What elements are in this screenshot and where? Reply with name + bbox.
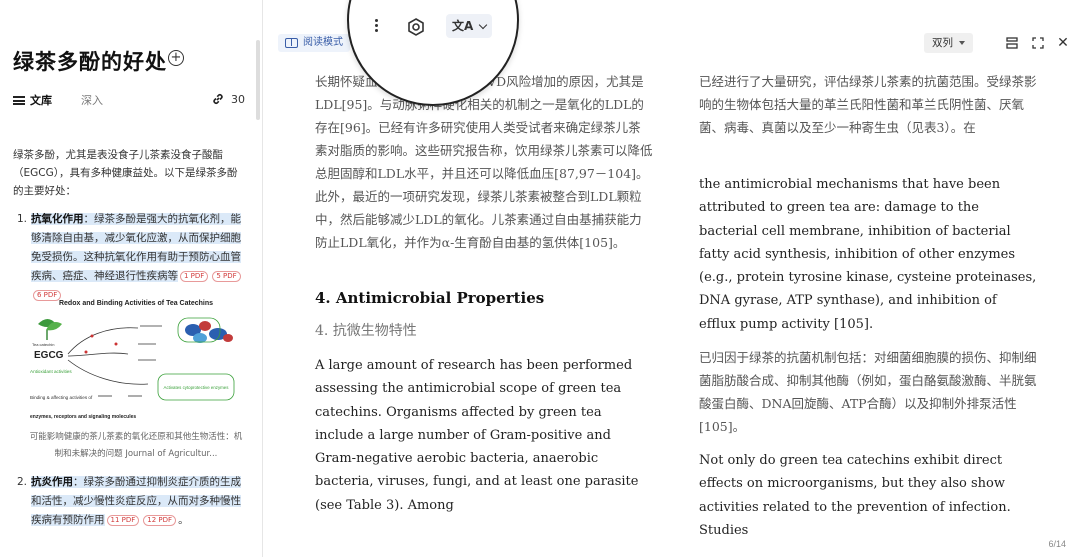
sidebar-tabs: 文库 深入 30 xyxy=(13,92,245,110)
settings-hex-icon[interactable] xyxy=(406,17,426,37)
figure-caption[interactable]: 可能影响健康的茶儿茶素的氧化还原和其他生物活性：机制和未解决的问题 Journa… xyxy=(28,429,244,463)
figure-label-egcg: EGCG xyxy=(34,350,64,361)
list-item-body: 抗氧化作用：绿茶多酚是强大的抗氧化剂，能够清除自由基，减少氧化应激，从而保护细胞… xyxy=(31,210,245,305)
link-icon xyxy=(213,94,223,104)
add-icon[interactable]: + xyxy=(168,50,184,66)
benefit-list: 1. 抗氧化作用：绿茶多酚是强大的抗氧化剂，能够清除自由基，减少氧化应激，从而保… xyxy=(13,210,245,305)
figure-label-antioxidant: Antioxidant activities xyxy=(30,369,72,374)
item-tail: 。 xyxy=(178,514,189,526)
pdf-ref-badge[interactable]: 1 PDF xyxy=(180,270,209,282)
sources-link-count[interactable]: 30 xyxy=(211,92,245,106)
catechin-figure[interactable]: Redox and Binding Activities of Tea Cate… xyxy=(28,296,244,424)
list-lines-icon xyxy=(13,95,25,105)
chevron-down-icon xyxy=(478,20,488,30)
summary-title: 绿茶多酚的好处 xyxy=(13,50,167,74)
figure-label-binding: Binding & affecting activities of xyxy=(30,395,93,400)
section-heading-zh: 4. 抗微生物特性 xyxy=(315,323,417,339)
highlighted-text[interactable]: 抗氧化作用：绿茶多酚是强大的抗氧化剂，能够清除自由基，减少氧化应激，从而保护细胞… xyxy=(31,213,241,282)
chevron-down-icon xyxy=(959,41,965,45)
figure-label-enzymes: enzymes, receptors and signaling molecul… xyxy=(30,414,136,420)
translate-icon: 文A xyxy=(452,19,474,33)
fullscreen-icon[interactable] xyxy=(1031,36,1045,50)
translate-button[interactable]: 文A xyxy=(446,14,492,38)
item-title: 抗炎作用 xyxy=(31,476,73,488)
pdf-ref-badge[interactable]: 11 PDF xyxy=(106,514,140,526)
section-heading: 4. Antimicrobial Properties xyxy=(315,289,545,307)
pdf-ref-badge[interactable]: 12 PDF xyxy=(143,514,177,526)
list-item: 2. 抗炎作用：绿茶多酚通过抑制炎症介质的生成和活性，减少慢性炎症反应，从而对多… xyxy=(13,473,245,530)
protein-icon xyxy=(177,317,233,343)
list-item: 1. 抗氧化作用：绿茶多酚是强大的抗氧化剂，能够清除自由基，减少氧化应激，从而保… xyxy=(13,210,245,305)
figure-label-tea-catechin: Tea catechin xyxy=(32,342,54,347)
figure-title: Redox and Binding Activities of Tea Cate… xyxy=(59,300,213,307)
doc-paragraph-en: Not only do green tea catechins exhibit … xyxy=(699,453,1011,538)
tab-deep-label: 深入 xyxy=(81,94,103,107)
sidebar-scrollbar[interactable] xyxy=(256,40,260,120)
tea-leaf-icon xyxy=(38,319,62,340)
page-indicator: 6/14 xyxy=(1048,539,1066,549)
doc-paragraph-zh: 长期怀疑血清脂质水平升高是CVD风险增加的原因，尤其是LDL[95]。与动脉粥样… xyxy=(315,74,653,250)
figure-label-cyto: Activates cytoprotective enzymes xyxy=(164,385,230,390)
doc-paragraph-zh: 已归因于绿茶的抗菌机制包括：对细菌细胞膜的损伤、抑制细菌脂肪酸合成、抑制其他酶（… xyxy=(699,350,1037,434)
more-options-icon[interactable] xyxy=(375,19,379,33)
layout-icon[interactable] xyxy=(1005,36,1019,50)
list-item-number: 2. xyxy=(16,476,27,488)
link-count: 30 xyxy=(231,92,245,106)
column-layout-select[interactable]: 双列 xyxy=(924,33,973,53)
doc-paragraph-en: the antimicrobial mechanisms that have b… xyxy=(699,177,1037,332)
doc-paragraph-en: A large amount of research has been perf… xyxy=(315,358,639,513)
pdf-ref-badge[interactable]: 5 PDF xyxy=(212,270,241,282)
tab-library[interactable]: 文库 xyxy=(13,92,52,108)
doc-paragraph-zh: 已经进行了大量研究，评估绿茶儿茶素的抗菌范围。受绿茶影响的生物体包括大量的革兰氏… xyxy=(699,74,1037,135)
book-icon xyxy=(285,38,298,48)
read-mode-button[interactable]: 阅读模式 xyxy=(278,34,350,52)
benefit-list-continued: 2. 抗炎作用：绿茶多酚通过抑制炎症介质的生成和活性，减少慢性炎症反应，从而对多… xyxy=(13,473,245,530)
list-item-number: 1. xyxy=(16,213,27,225)
list-item-body: 抗炎作用：绿茶多酚通过抑制炎症介质的生成和活性，减少慢性炎症反应，从而对多种慢性… xyxy=(31,473,245,530)
item-title: 抗氧化作用 xyxy=(31,213,84,225)
tab-deep[interactable]: 深入 xyxy=(81,92,103,108)
summary-intro: 绿茶多酚，尤其是表没食子儿茶素没食子酸酯（EGCG），具有多种健康益处。以下是绿… xyxy=(13,149,238,197)
tab-library-label: 文库 xyxy=(30,94,52,107)
column-layout-value: 双列 xyxy=(932,37,953,49)
read-mode-label: 阅读模式 xyxy=(303,37,343,48)
close-icon[interactable]: ✕ xyxy=(1056,36,1070,50)
ai-summary-sidebar: 绿茶多酚的好处 + 文库 深入 30 绿茶多酚，尤其是表没食子儿茶素没食子酸酯（… xyxy=(0,0,263,557)
